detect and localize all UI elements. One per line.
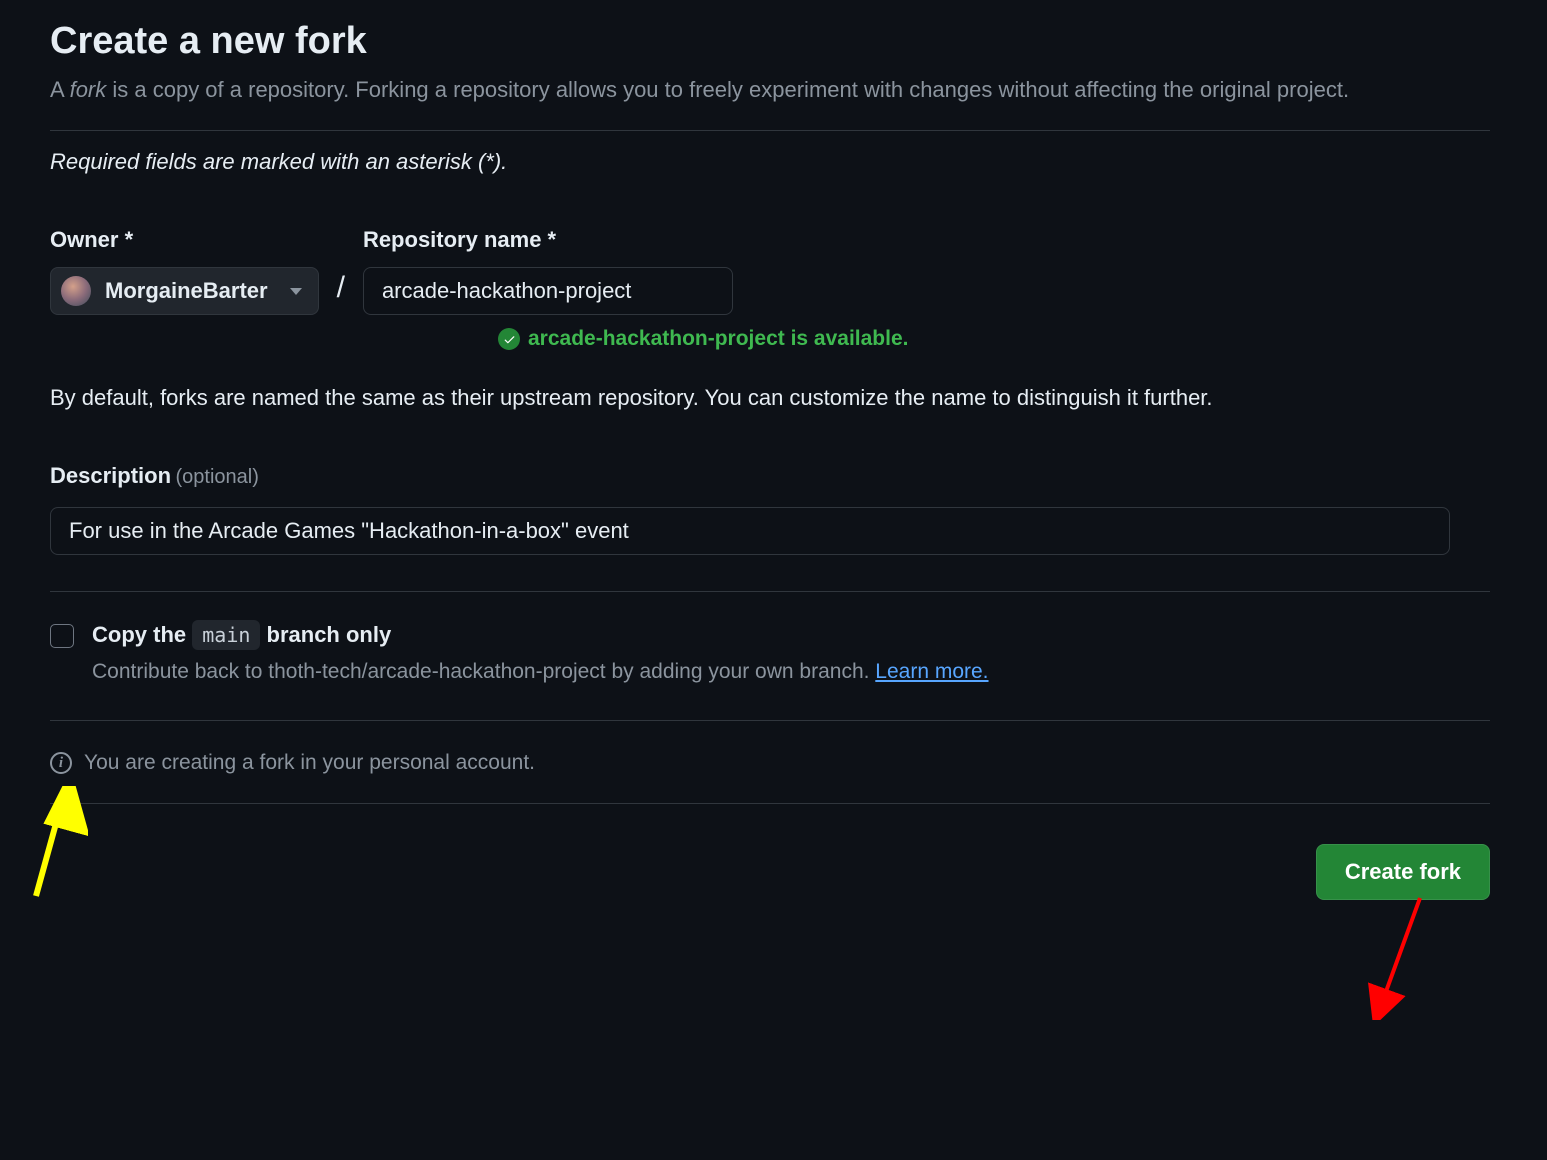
description-label: Description (optional) xyxy=(50,470,259,487)
required-fields-note: Required fields are marked with an aster… xyxy=(50,149,1490,175)
copy-main-only-checkbox[interactable] xyxy=(50,624,74,648)
check-circle-icon xyxy=(498,328,520,350)
copy-main-only-subtitle: Contribute back to thoth-tech/arcade-hac… xyxy=(92,660,1490,684)
availability-status: arcade-hackathon-project is available. xyxy=(498,327,1490,351)
divider xyxy=(50,803,1490,804)
info-icon: i xyxy=(50,752,72,774)
learn-more-link[interactable]: Learn more. xyxy=(875,660,988,683)
repo-name-label: Repository name * xyxy=(363,227,733,253)
owner-select[interactable]: MorgaineBarter xyxy=(50,267,319,315)
divider xyxy=(50,720,1490,721)
repo-name-input[interactable] xyxy=(363,267,733,315)
chevron-down-icon xyxy=(290,288,302,295)
description-input[interactable] xyxy=(50,507,1450,555)
naming-help-text: By default, forks are named the same as … xyxy=(50,381,1490,415)
divider xyxy=(50,591,1490,592)
page-subtitle: A fork is a copy of a repository. Forkin… xyxy=(50,73,1350,106)
page-title: Create a new fork xyxy=(50,20,1490,63)
divider xyxy=(50,130,1490,131)
copy-main-only-label: Copy the main branch only xyxy=(92,620,1490,650)
red-arrow-annotation xyxy=(1365,890,1435,1020)
avatar xyxy=(61,276,91,306)
owner-name: MorgaineBarter xyxy=(105,278,268,304)
create-fork-button[interactable]: Create fork xyxy=(1316,844,1490,900)
branch-tag: main xyxy=(192,620,260,650)
owner-label: Owner * xyxy=(50,227,319,253)
personal-account-info: You are creating a fork in your personal… xyxy=(84,751,535,775)
slash-separator: / xyxy=(337,271,345,315)
